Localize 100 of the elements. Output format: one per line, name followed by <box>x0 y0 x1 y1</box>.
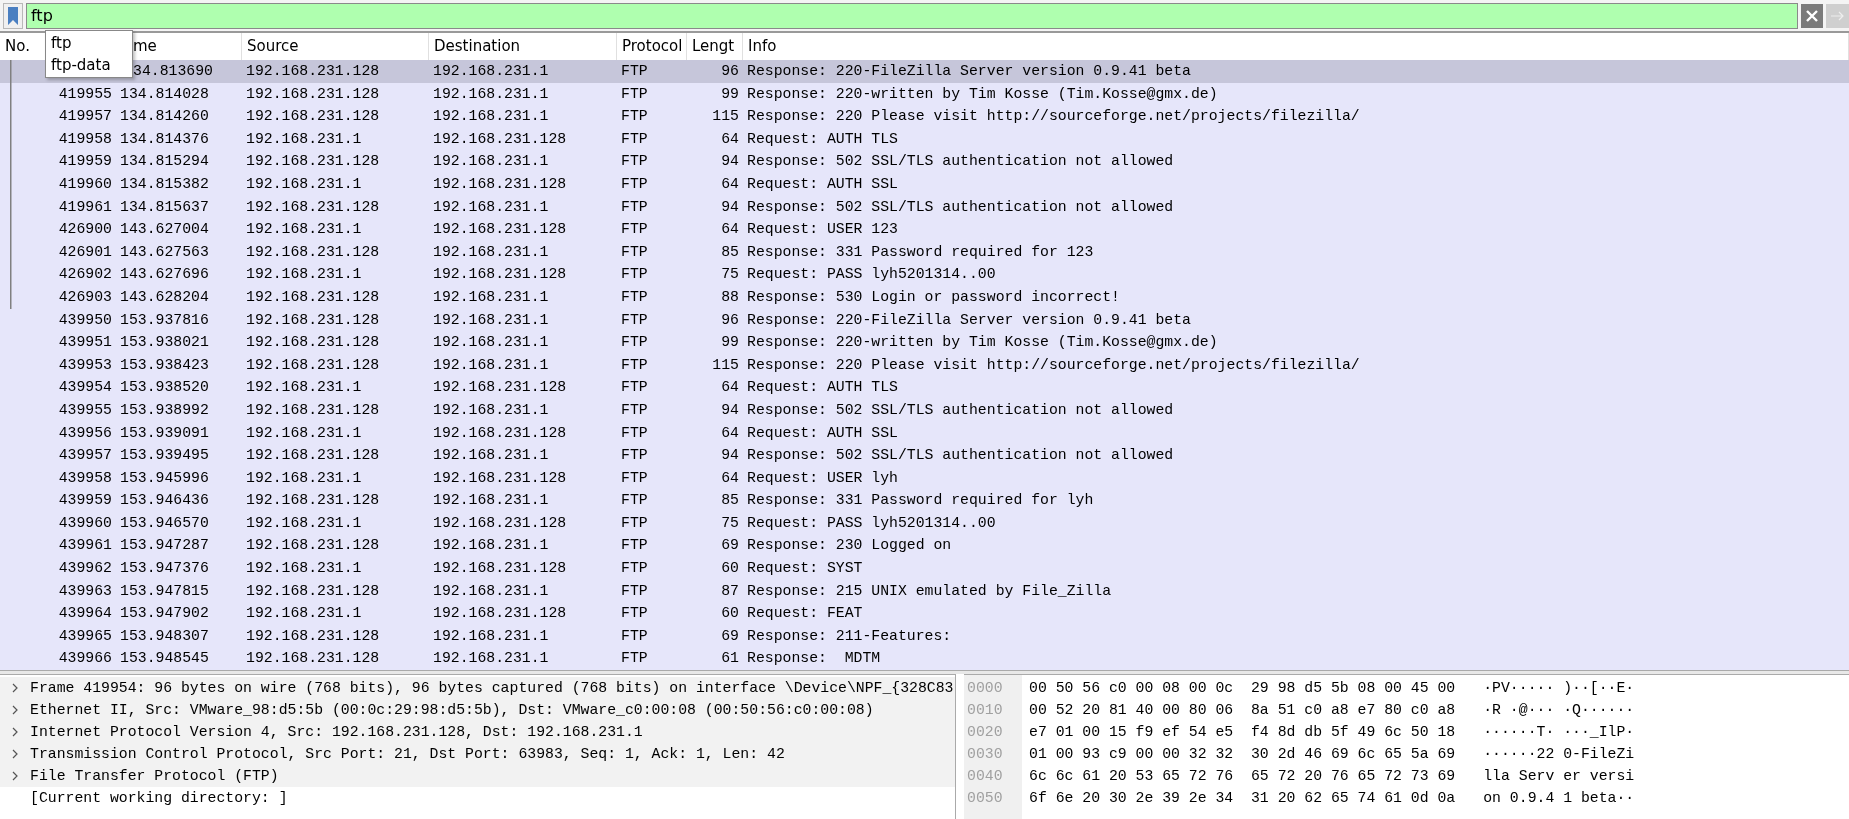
table-cell-text: 85 <box>720 491 740 511</box>
chevron-icon[interactable] <box>10 749 20 759</box>
table-cell-text: 192.168.231.1 <box>245 513 363 533</box>
table-cell-text: 192.168.231.128 <box>432 220 568 240</box>
table-cell-text: FTP <box>620 604 649 624</box>
table-cell-text: 439962 <box>57 559 113 579</box>
table-cell-text: Response: 230 Logged on <box>746 536 953 556</box>
packet-row[interactable]: 439958 153.945996 192.168.231.1 192.168.231.128 FTP 64 Request: USER lyh <box>0 466 1849 490</box>
packet-row[interactable]: 439953 153.938423 192.168.231.128 192.168.231.1 FTP 115 Response: 220 Please visit http://sourceforge.net/projects/filezilla/ <box>0 353 1849 377</box>
packet-row[interactable]: 439964 153.947902 192.168.231.1 192.168.231.128 FTP 60 Request: FEAT <box>0 602 1849 625</box>
table-cell-text: 192.168.231.1 <box>432 649 550 669</box>
packet-row[interactable]: 439954 153.938520 192.168.231.1 192.168.231.128 FTP 64 Request: AUTH TLS <box>0 376 1849 399</box>
table-cell-text: 192.168.231.1 <box>432 446 550 466</box>
table-cell-text: 64 <box>720 174 740 194</box>
table-cell-text: 115 <box>711 107 740 127</box>
chevron-icon[interactable] <box>10 771 20 781</box>
table-cell-text: 192.168.231.1 <box>432 84 550 104</box>
filter-field[interactable]: ftp <box>26 2 1798 29</box>
packet-row[interactable]: 426902 143.627696 192.168.231.1 192.168.231.128 FTP 75 Request: PASS lyh5201314..00 <box>0 263 1849 286</box>
packet-row[interactable]: 439956 153.939091 192.168.231.1 192.168.231.128 FTP 64 Request: AUTH SSL <box>0 421 1849 445</box>
table-cell-text: FTP <box>620 446 649 466</box>
table-cell-text: 143.627563 <box>119 242 210 262</box>
ascii-bytes: ······T· ···_IlP· <box>1483 723 1635 742</box>
chevron-icon[interactable] <box>10 727 20 737</box>
table-cell-text: 192.168.231.128 <box>432 423 568 443</box>
table-cell-text: 192.168.231.128 <box>432 378 568 398</box>
table-cell-text: 439957 <box>57 446 113 466</box>
packet-row[interactable]: 439957 153.939495 192.168.231.128 192.168.231.1 FTP 94 Response: 502 SSL/TLS authentication not allowed <box>0 444 1849 467</box>
table-cell-text: FTP <box>620 333 649 353</box>
table-cell-text: 69 <box>720 536 740 556</box>
chevron-icon[interactable] <box>10 705 20 715</box>
table-cell-text: 439963 <box>57 581 113 601</box>
table-cell-text: 153.948545 <box>119 649 210 669</box>
packet-row[interactable]: 419959 134.815294 192.168.231.128 192.168.231.1 FTP 94 Response: 502 SSL/TLS authentication not allowed <box>0 150 1849 173</box>
packet-row[interactable]: 426900 143.627004 192.168.231.1 192.168.231.128 FTP 64 Request: USER 123 <box>0 218 1849 241</box>
packet-row[interactable]: 439965 153.948307 192.168.231.128 192.168.231.1 FTP 69 Response: 211-Features: <box>0 624 1849 648</box>
packet-row[interactable]: 439962 153.947376 192.168.231.1 192.168.231.128 FTP 60 Request: SYST <box>0 557 1849 580</box>
chevron-icon[interactable] <box>10 683 20 693</box>
table-cell-text: 439959 <box>57 491 113 511</box>
table-cell-text: 439966 <box>57 649 113 669</box>
table-cell-text: Request: AUTH TLS <box>746 129 899 149</box>
packet-row[interactable]: 419958 134.814376 192.168.231.1 192.168.231.128 FTP 64 Request: AUTH TLS <box>0 127 1849 151</box>
table-cell-text: FTP <box>620 310 649 330</box>
table-cell-text: 192.168.231.1 <box>432 333 550 353</box>
table-cell-text: 192.168.231.1 <box>245 604 363 624</box>
table-cell-text: Request: USER lyh <box>746 468 899 488</box>
table-cell-text: 192.168.231.1 <box>432 581 550 601</box>
table-cell-text: 192.168.231.128 <box>245 310 381 330</box>
table-cell-text: 153.946570 <box>119 513 210 533</box>
table-cell-text: 94 <box>720 152 740 172</box>
table-cell-text: 64 <box>720 468 740 488</box>
hex-bytes: 00 52 20 81 40 00 80 06 8a 51 c0 a8 e7 80 c0 a8 <box>1029 701 1456 720</box>
packet-row[interactable]: 439963 153.947815 192.168.231.128 192.168.231.1 FTP 87 Response: 215 UNIX emulated by File_Zilla <box>0 579 1849 603</box>
table-cell-text: 153.938021 <box>119 333 210 353</box>
packet-row[interactable]: 439966 153.948545 192.168.231.128 192.168.231.1 FTP 61 Response: MDTM <box>0 647 1849 670</box>
table-cell-text: 192.168.231.1 <box>432 355 550 375</box>
packet-row[interactable]: 439950 153.937816 192.168.231.128 192.168.231.1 FTP 96 Response: 220-FileZilla Server version 0.9.41 beta <box>0 308 1849 332</box>
packet-row[interactable]: 419960 134.815382 192.168.231.1 192.168.231.128 FTP 64 Request: AUTH SSL <box>0 172 1849 196</box>
packet-row[interactable]: 439951 153.938021 192.168.231.128 192.168.231.1 FTP 99 Response: 220-written by Tim Kosse (Tim.Kosse@gmx.de) <box>0 331 1849 354</box>
table-cell-text: Response: 220 Please visit http://sourceforge.net/projects/filezilla/ <box>746 107 1361 127</box>
table-cell-text: 134.814260 <box>119 107 210 127</box>
table-cell-text: 64 <box>720 129 740 149</box>
table-cell-text: 192.168.231.1 <box>245 468 363 488</box>
packet-row[interactable]: 419961 134.815637 192.168.231.128 192.168.231.1 FTP 94 Response: 502 SSL/TLS authentication not allowed <box>0 195 1849 219</box>
table-cell-text: 60 <box>720 559 740 579</box>
packet-row[interactable]: 426903 143.628204 192.168.231.128 192.168.231.1 FTP 88 Response: 530 Login or password incorrect! <box>0 285 1849 309</box>
ascii-bytes: ·PV····· )··[··E· <box>1483 679 1635 698</box>
bookmark-icon <box>8 6 18 25</box>
table-cell-text: FTP <box>620 423 649 443</box>
packet-row[interactable]: 426901 143.627563 192.168.231.128 192.168.231.1 FTP 85 Response: 331 Password required for 123 <box>0 240 1849 264</box>
table-cell-text: FTP <box>620 152 649 172</box>
packet-row[interactable]: 439959 153.946436 192.168.231.128 192.168.231.1 FTP 85 Response: 331 Password required for lyh <box>0 489 1849 512</box>
bookmark-button[interactable] <box>3 2 23 29</box>
packet-row[interactable]: 439960 153.946570 192.168.231.1 192.168.231.128 FTP 75 Request: PASS lyh5201314..00 <box>0 511 1849 535</box>
table-cell-text: 192.168.231.1 <box>432 491 550 511</box>
packet-row[interactable]: 419955 134.814028 192.168.231.128 192.168.231.1 FTP 99 Response: 220-written by Tim Kosse (Tim.Kosse@gmx.de) <box>0 82 1849 106</box>
clear-button[interactable] <box>1801 3 1823 28</box>
table-cell-text: 153.937816 <box>119 310 210 330</box>
detail-line[interactable]: [Current working directory: ] <box>30 790 288 806</box>
table-cell-text: FTP <box>620 107 649 127</box>
packet-row[interactable]: 439961 153.947287 192.168.231.128 192.168.231.1 FTP 69 Response: 230 Logged on <box>0 534 1849 558</box>
table-cell-text: 60 <box>720 604 740 624</box>
table-cell-text: 134.815294 <box>119 152 210 172</box>
table-cell-text: 192.168.231.128 <box>245 626 381 646</box>
table-cell-text: 192.168.231.128 <box>245 355 381 375</box>
table-cell-text: 61 <box>720 649 740 669</box>
table-cell-text: 439953 <box>57 355 113 375</box>
table-cell-text: FTP <box>620 400 649 420</box>
table-cell-text: 94 <box>720 446 740 466</box>
ascii-bytes: ······22 0-FileZi <box>1483 745 1635 764</box>
table-cell-text: 115 <box>711 355 740 375</box>
table-cell-text: FTP <box>620 649 649 669</box>
detail-line[interactable]: File Transfer Protocol (FTP) <box>30 768 279 784</box>
table-cell-text: 143.628204 <box>119 287 210 307</box>
table-cell-text: Response: 220-FileZilla Server version 0.9.41 beta <box>746 62 1192 81</box>
table-cell-text: FTP <box>620 378 649 398</box>
table-cell-text: 192.168.231.128 <box>245 536 381 556</box>
table-cell-text: Request: PASS lyh5201314..00 <box>746 513 997 533</box>
packet-row[interactable]: 419957 134.814260 192.168.231.128 192.168.231.1 FTP 115 Response: 220 Please visit http://sourceforge.net/projects/filezilla/ <box>0 105 1849 128</box>
packet-row[interactable]: 439955 153.938992 192.168.231.128 192.168.231.1 FTP 94 Response: 502 SSL/TLS authentication not allowed <box>0 398 1849 422</box>
